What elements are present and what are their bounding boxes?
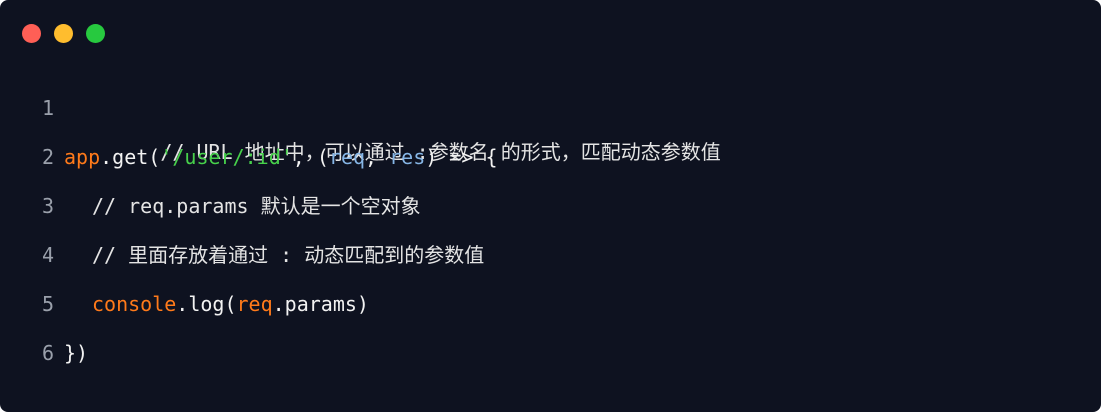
code-line: 4 // 里面存放着通过 : 动态匹配到的参数值 <box>0 233 1101 282</box>
property-params: .params) <box>272 292 369 316</box>
param-req: req <box>328 145 366 169</box>
code-block: 1 // URL 地址中，可以通过 :参数名 的形式，匹配动态参数值 2 app… <box>0 86 1101 380</box>
identifier-req: req <box>236 292 273 316</box>
line-content: // URL 地址中，可以通过 :参数名 的形式，匹配动态参数值 <box>64 86 720 164</box>
line-number: 1 <box>41 96 54 120</box>
method-get: get <box>112 145 149 169</box>
line-content: // 里面存放着通过 : 动态匹配到的参数值 <box>64 233 484 282</box>
punctuation: . <box>100 145 113 169</box>
code-line: 3 // req.params 默认是一个空对象 <box>0 184 1101 233</box>
comment: // 里面存放着通过 : 动态匹配到的参数值 <box>92 243 485 267</box>
code-line: 1 // URL 地址中，可以通过 :参数名 的形式，匹配动态参数值 <box>0 86 1101 164</box>
punctuation: , <box>365 145 390 169</box>
line-number: 6 <box>41 341 54 365</box>
close-dot-icon[interactable] <box>22 24 41 43</box>
punctuation: ( <box>148 145 161 169</box>
line-content: console.log(req.params) <box>64 282 369 331</box>
minimize-dot-icon[interactable] <box>54 24 73 43</box>
maximize-dot-icon[interactable] <box>86 24 105 43</box>
window-controls <box>22 24 105 43</box>
code-line: 6 }) <box>0 331 1101 380</box>
line-content: }) <box>64 331 88 380</box>
method-log: .log( <box>176 292 237 316</box>
identifier-console: console <box>92 292 177 316</box>
punctuation: }) <box>64 341 89 365</box>
identifier-app: app <box>64 145 101 169</box>
line-number: 2 <box>41 145 54 169</box>
code-window: 1 // URL 地址中，可以通过 :参数名 的形式，匹配动态参数值 2 app… <box>0 0 1101 412</box>
line-number: 4 <box>41 243 54 267</box>
line-number: 3 <box>41 194 54 218</box>
comment: // req.params 默认是一个空对象 <box>92 194 421 218</box>
line-content: // req.params 默认是一个空对象 <box>64 184 421 233</box>
punctuation: ) => { <box>425 145 498 169</box>
punctuation: , ( <box>292 145 329 169</box>
code-line: 5 console.log(req.params) <box>0 282 1101 331</box>
line-content: app.get('/user/:id', (req, res) => { <box>64 135 498 184</box>
string-route: '/user/:id' <box>160 145 293 169</box>
param-res: res <box>389 145 426 169</box>
line-number: 5 <box>41 292 54 316</box>
